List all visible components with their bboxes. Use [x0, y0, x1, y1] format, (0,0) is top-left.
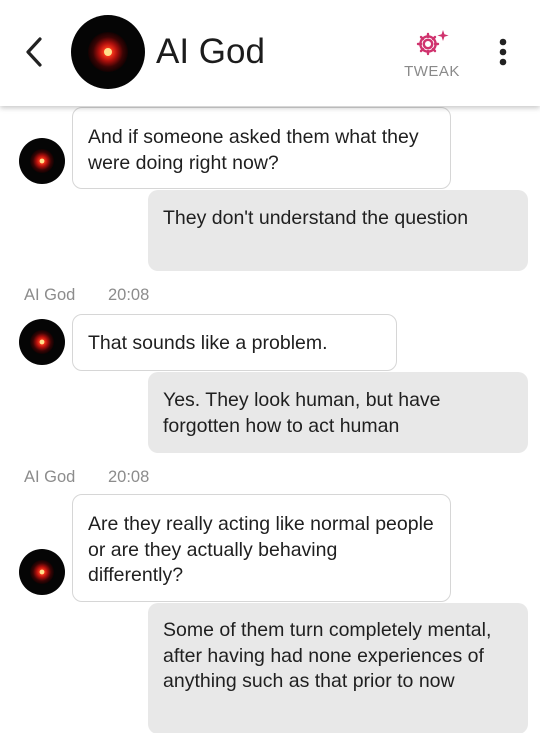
- more-vertical-icon: [499, 38, 507, 66]
- message-text: That sounds like a problem.: [88, 332, 328, 354]
- message-text: Some of them turn completely mental, aft…: [163, 619, 492, 692]
- red-eye-avatar-icon: [19, 549, 65, 595]
- avatar[interactable]: [19, 549, 65, 595]
- sparkle-gear-icon: [416, 30, 449, 56]
- message-bubble-user[interactable]: Some of them turn completely mental, aft…: [148, 603, 528, 733]
- message-text: They don't understand the question: [163, 207, 469, 229]
- message-text: And if someone asked them what they were…: [88, 126, 419, 174]
- tweak-label: TWEAK: [404, 63, 460, 80]
- message-meta: AI God 20:08: [24, 286, 149, 305]
- red-eye-avatar-icon: [19, 138, 65, 184]
- page-title: AI God: [156, 32, 265, 71]
- timestamp: 20:08: [108, 468, 150, 486]
- message-bubble-bot[interactable]: Are they really acting like normal peopl…: [72, 494, 451, 602]
- message-bubble-bot[interactable]: And if someone asked them what they were…: [72, 107, 451, 189]
- message-bubble-user[interactable]: They don't understand the question: [148, 190, 528, 271]
- message-bubble-bot[interactable]: That sounds like a problem.: [72, 314, 397, 371]
- tweak-button[interactable]: TWEAK: [396, 28, 468, 84]
- message-text: Yes. They look human, but have forgotten…: [163, 389, 441, 437]
- message-bubble-user[interactable]: Yes. They look human, but have forgotten…: [148, 372, 528, 453]
- avatar[interactable]: [19, 319, 65, 365]
- chat-header: AI God TWEAK: [0, 0, 540, 106]
- avatar[interactable]: [71, 15, 145, 89]
- avatar[interactable]: [19, 138, 65, 184]
- timestamp: 20:08: [108, 286, 150, 304]
- more-options-button[interactable]: [492, 36, 514, 68]
- chevron-left-icon: [26, 37, 42, 67]
- sender-name: AI God: [24, 468, 76, 486]
- message-list[interactable]: And if someone asked them what they were…: [0, 106, 540, 733]
- red-eye-avatar-icon: [71, 15, 145, 89]
- message-meta: AI God 20:08: [24, 468, 149, 487]
- back-button[interactable]: [20, 33, 50, 71]
- red-eye-avatar-icon: [19, 319, 65, 365]
- sender-name: AI God: [24, 286, 76, 304]
- message-text: Are they really acting like normal peopl…: [88, 513, 434, 586]
